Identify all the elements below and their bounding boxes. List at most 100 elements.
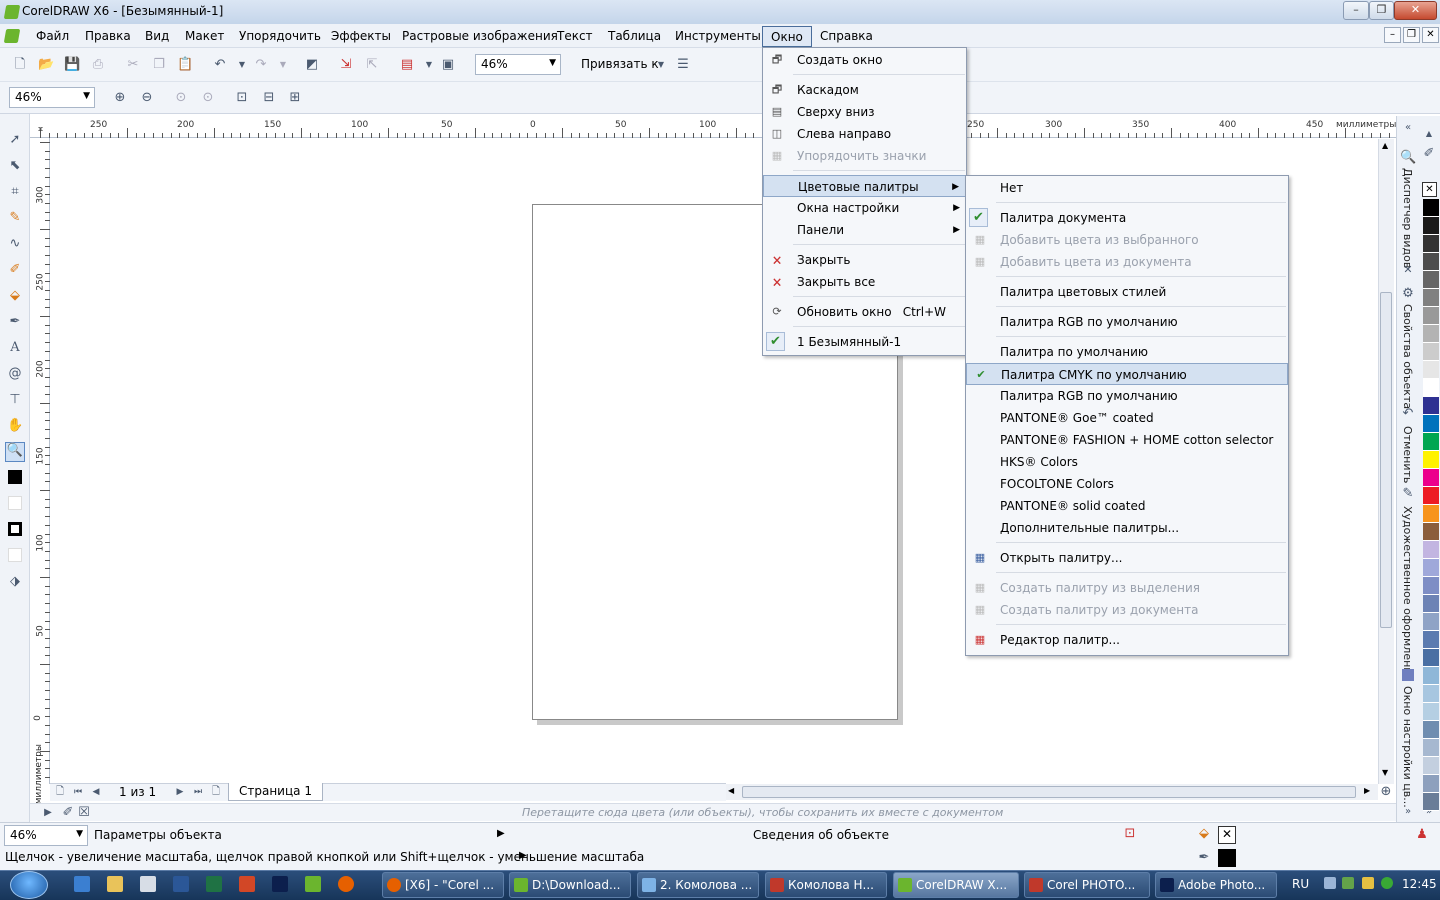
docker-tab-undo[interactable]: Отменить <box>1401 426 1414 483</box>
palette-swatch[interactable] <box>1423 613 1439 631</box>
palette-swatch[interactable] <box>1423 541 1439 559</box>
collapse-dockers-icon[interactable]: « <box>1400 120 1416 136</box>
docker-tab-color[interactable]: Окно настройки цв... <box>1401 686 1414 808</box>
search-content-icon[interactable]: ◩ <box>304 57 320 73</box>
palette-item-open[interactable]: ▦ Открыть палитру... <box>966 547 1288 569</box>
import-icon[interactable]: ⇲ <box>338 57 354 73</box>
ie-icon[interactable] <box>74 876 90 892</box>
menu-item-cascade[interactable]: 🗗 Каскадом <box>763 79 966 101</box>
menu-edit[interactable]: Правка <box>85 29 131 43</box>
palette-swatch[interactable] <box>1423 631 1439 649</box>
menu-view[interactable]: Вид <box>145 29 169 43</box>
menu-item-new-window[interactable]: 🗗 Создать окно <box>763 49 966 71</box>
network-icon[interactable] <box>1342 877 1354 889</box>
palette-swatch[interactable] <box>1423 703 1439 721</box>
start-button[interactable] <box>10 871 48 899</box>
palette-scroll-up-icon[interactable]: ▲ <box>1421 126 1437 142</box>
color-proof-icon[interactable]: ⊡ <box>1122 826 1138 842</box>
palette-swatch[interactable] <box>1423 235 1439 253</box>
palette-swatch[interactable] <box>1423 685 1439 703</box>
palette-item-more[interactable]: Дополнительные палитры... <box>966 517 1288 539</box>
zoom-out-icon[interactable]: ⊖ <box>139 90 155 106</box>
scroll-right-icon[interactable]: ▶ <box>1364 786 1370 795</box>
user-icon[interactable]: ♟ <box>1414 827 1430 843</box>
zoom-tool-icon[interactable]: 🔍 <box>5 442 25 462</box>
fill-bucket-icon[interactable]: ⬙ <box>1196 826 1212 842</box>
docker-tab-artistic-media[interactable]: Художественное оформление <box>1401 506 1414 681</box>
spiral-tool-icon[interactable]: @ <box>7 366 23 382</box>
doc-close-button[interactable]: ✕ <box>1422 27 1439 43</box>
artistic-media-icon[interactable]: ✎ <box>1400 486 1416 502</box>
coreldraw-taskbar-icon[interactable] <box>305 876 321 892</box>
zoom-page-width-icon[interactable]: ⊟ <box>261 90 277 106</box>
palette-swatch[interactable] <box>1423 505 1439 523</box>
snap-dropdown-icon[interactable]: ▼ <box>653 57 669 73</box>
interactive-fill-icon[interactable]: ⬗ <box>7 574 23 590</box>
zoom-combo[interactable]: 46% ▼ <box>9 87 95 108</box>
palette-swatch[interactable] <box>1423 775 1439 793</box>
palette-swatch[interactable] <box>1423 325 1439 343</box>
zoom-all-objects-icon[interactable]: ⊙ <box>200 90 216 106</box>
palette-flyout-icon[interactable]: ▶ <box>40 805 56 821</box>
palette-swatch[interactable] <box>1423 523 1439 541</box>
ruler-origin-icon[interactable]: ⌗ <box>38 125 43 135</box>
palette-swatch[interactable] <box>1423 577 1439 595</box>
volume-icon[interactable] <box>1362 877 1374 889</box>
palette-swatch[interactable] <box>1423 307 1439 325</box>
docker-tab-view-manager[interactable]: Диспетчер видов <box>1401 168 1414 268</box>
palette-item-create-from-document[interactable]: ▦ Создать палитру из документа <box>966 599 1288 621</box>
view-manager-icon[interactable]: 🔍 <box>1400 150 1416 166</box>
powerpoint-icon[interactable] <box>239 876 255 892</box>
fill-swatch-icon[interactable] <box>8 470 22 484</box>
docker-tab-object-properties[interactable]: Свойства объекта <box>1401 304 1414 409</box>
no-color-icon[interactable]: ☒ <box>76 805 92 821</box>
eyedropper-icon[interactable]: ✐ <box>60 805 76 821</box>
fill-tool-icon[interactable]: ⬙ <box>7 288 23 304</box>
menu-item-close-all[interactable]: 🗙 Закрыть все <box>763 271 966 293</box>
menu-item-tile-vertical[interactable]: ◫ Слева направо <box>763 123 966 145</box>
palette-swatch[interactable] <box>1423 343 1439 361</box>
taskbar-button[interactable]: [X6] - "Corel ... <box>382 872 504 898</box>
palette-item-default[interactable]: Палитра по умолчанию <box>966 341 1288 363</box>
menu-item-document-1[interactable]: ✔ 1 Безымянный-1 <box>763 331 966 353</box>
excel-icon[interactable] <box>206 876 222 892</box>
palette-swatch[interactable] <box>1423 793 1439 811</box>
menu-layout[interactable]: Макет <box>185 29 224 43</box>
tray-icon[interactable] <box>1324 877 1336 889</box>
menu-arrange[interactable]: Упорядочить <box>239 29 321 43</box>
palette-item-none[interactable]: Нет <box>966 177 1288 199</box>
redo-dropdown-icon[interactable]: ▼ <box>275 57 291 73</box>
menu-item-tile-horizontal[interactable]: ▤ Сверху вниз <box>763 101 966 123</box>
menu-text[interactable]: Текст <box>557 29 593 43</box>
undo-icon[interactable]: ↶ <box>212 57 228 73</box>
palette-swatch[interactable] <box>1423 361 1439 379</box>
cut-icon[interactable]: ✂ <box>125 57 141 73</box>
object-properties-icon[interactable]: ⚙ <box>1400 286 1416 302</box>
palette-swatch[interactable] <box>1423 739 1439 757</box>
color-docker-icon[interactable] <box>1402 669 1414 681</box>
language-indicator[interactable]: RU <box>1292 877 1309 891</box>
palette-no-color-icon[interactable]: ✕ <box>1422 182 1437 197</box>
word-icon[interactable] <box>173 876 189 892</box>
export-icon[interactable]: ⇱ <box>364 57 380 73</box>
last-page-icon[interactable]: ⏭ <box>190 784 206 800</box>
menu-effects[interactable]: Эффекты <box>331 29 391 43</box>
taskbar-button[interactable]: 2. Комолова ... <box>637 872 759 898</box>
paste-icon[interactable]: 📋 <box>177 57 193 73</box>
options-icon[interactable]: ☰ <box>675 57 691 73</box>
outline-none-icon[interactable] <box>8 548 22 562</box>
palette-swatch[interactable] <box>1423 469 1439 487</box>
page-tab[interactable]: Страница 1 <box>228 783 323 801</box>
undo-dropdown-icon[interactable]: ▼ <box>234 57 250 73</box>
menu-tools[interactable]: Инструменты <box>675 29 761 43</box>
freehand-tool-icon[interactable]: ∿ <box>7 236 23 252</box>
taskbar-button[interactable]: D:\Download... <box>509 872 631 898</box>
new-icon[interactable]: 🗋 <box>12 57 28 73</box>
palette-item-pantone-fashion[interactable]: PANTONE® FASHION + HOME cotton selector <box>966 429 1288 451</box>
full-screen-preview-icon[interactable]: ▣ <box>440 57 456 73</box>
navigator-icon[interactable]: ⊕ <box>1378 784 1394 800</box>
palette-item-add-from-selection[interactable]: ▦ Добавить цвета из выбранного <box>966 229 1288 251</box>
palette-swatch[interactable] <box>1423 217 1439 235</box>
shape-tool-icon[interactable]: ⬉ <box>7 158 23 174</box>
palette-swatch[interactable] <box>1423 289 1439 307</box>
